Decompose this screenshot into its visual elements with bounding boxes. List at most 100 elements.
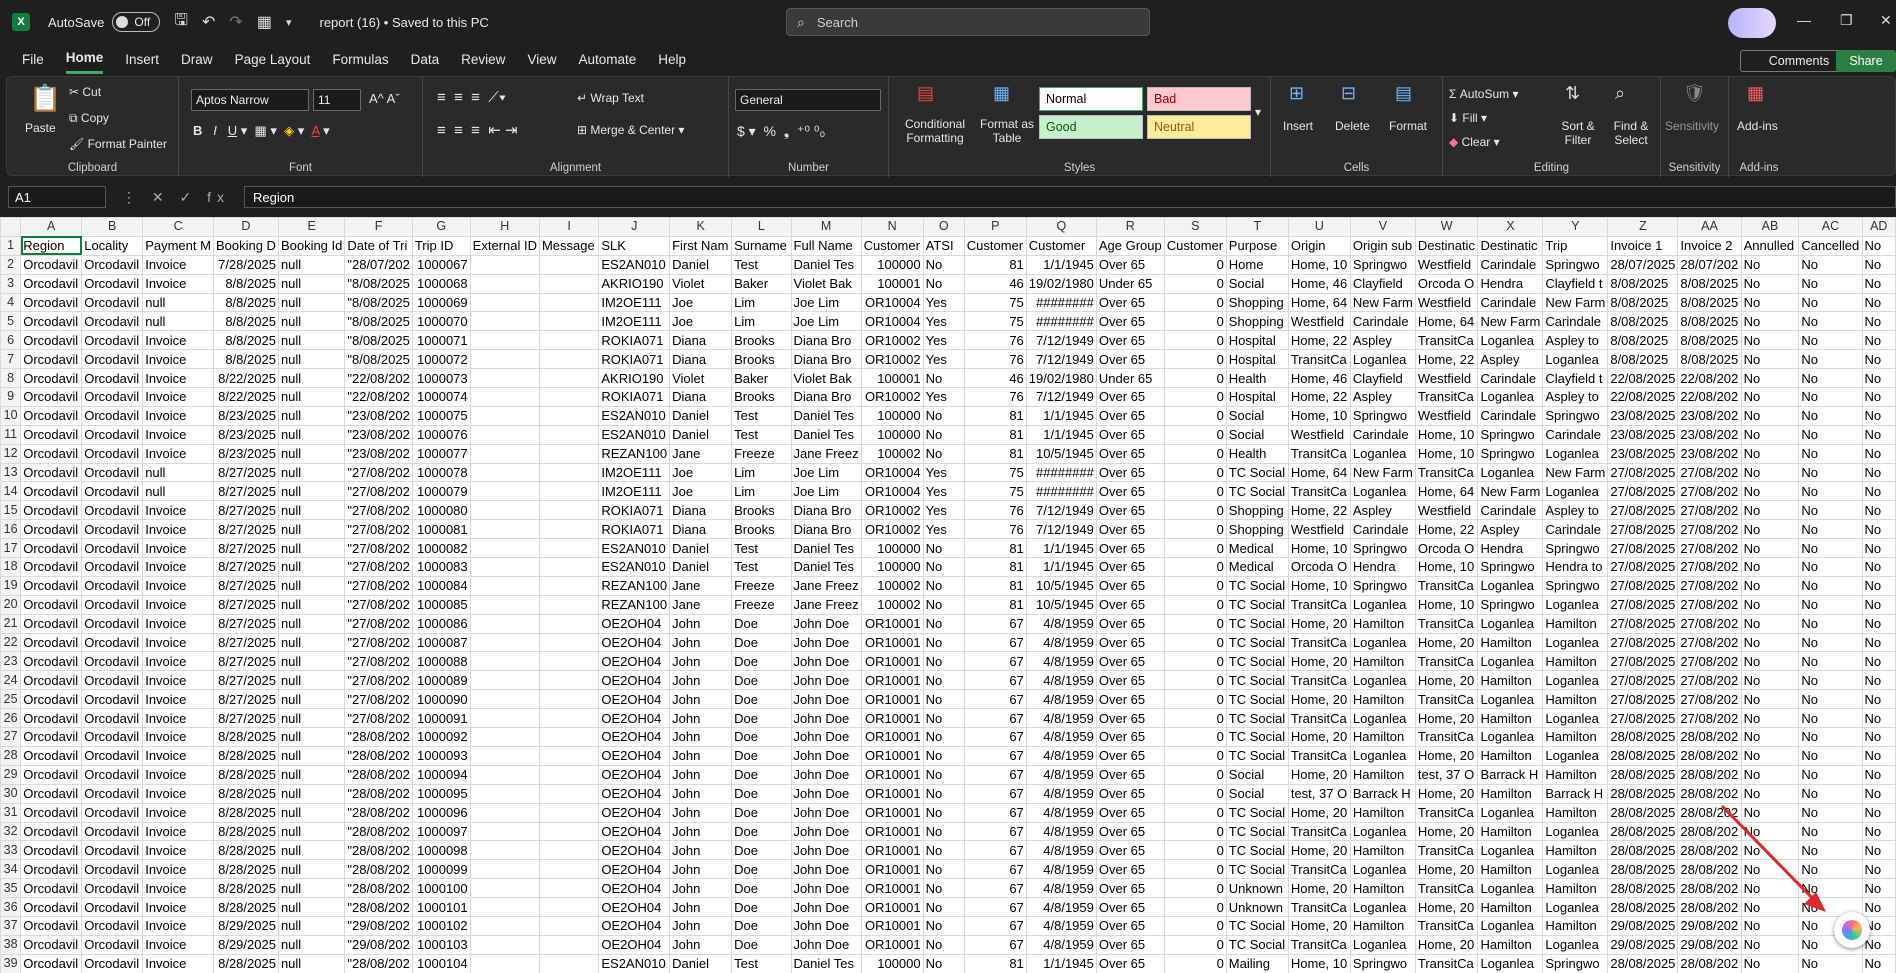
cell[interactable]: Violet Bak xyxy=(790,368,862,389)
cell[interactable] xyxy=(538,273,600,294)
cell[interactable]: Springwo xyxy=(1349,254,1416,275)
cell[interactable]: Loganlea xyxy=(1477,915,1544,936)
column-header-X[interactable]: X xyxy=(1477,217,1544,237)
cell[interactable]: 81 xyxy=(963,557,1027,577)
cell[interactable]: 8/27/2025 xyxy=(212,594,279,615)
cell[interactable]: 27/08/2025 xyxy=(1607,670,1679,691)
cell[interactable]: TransitCa xyxy=(1414,878,1479,899)
cell[interactable]: Over 65 xyxy=(1095,405,1165,426)
cell[interactable]: TC Social xyxy=(1225,934,1289,955)
cell[interactable]: "23/08/202 xyxy=(344,443,413,464)
cell[interactable]: Doe xyxy=(731,897,792,917)
cell[interactable]: 8/8/2025 xyxy=(212,349,279,370)
row-header[interactable]: 8 xyxy=(0,368,22,389)
cell[interactable]: 4/8/1959 xyxy=(1025,689,1097,710)
cell[interactable]: No xyxy=(1740,519,1800,540)
select-all-corner[interactable] xyxy=(0,217,22,237)
row-header[interactable]: 36 xyxy=(0,897,22,917)
cell[interactable] xyxy=(538,519,600,540)
row-header[interactable]: 38 xyxy=(0,934,22,955)
cell[interactable]: 100000 xyxy=(860,254,924,275)
cell[interactable]: Over 65 xyxy=(1095,708,1165,729)
cell[interactable]: Over 65 xyxy=(1095,538,1165,559)
cell[interactable]: 8/27/2025 xyxy=(212,651,279,672)
cell[interactable]: No xyxy=(1861,311,1896,332)
cell[interactable]: Loganlea xyxy=(1477,840,1544,861)
cell[interactable]: OR10001 xyxy=(860,840,924,861)
cell[interactable]: "27/08/202 xyxy=(344,708,413,729)
cell[interactable]: Social xyxy=(1225,405,1289,426)
cell[interactable]: John xyxy=(669,878,733,899)
delete-button[interactable]: Delete xyxy=(1335,119,1370,133)
cell[interactable]: null xyxy=(277,538,346,559)
cell[interactable]: ROKIA071 xyxy=(598,519,671,540)
cell[interactable]: Home, 20 xyxy=(1287,764,1351,785)
row-header[interactable]: 18 xyxy=(0,557,22,577)
cell[interactable] xyxy=(469,292,540,313)
row-header[interactable]: 24 xyxy=(0,670,22,691)
cell[interactable]: Brooks xyxy=(731,330,792,351)
cell[interactable]: 8/28/2025 xyxy=(212,727,279,747)
cell[interactable] xyxy=(538,424,600,445)
cell[interactable]: No xyxy=(1798,424,1863,445)
cell[interactable]: 4/8/1959 xyxy=(1025,651,1097,672)
cell[interactable] xyxy=(469,368,540,389)
cell[interactable]: Home, 64 xyxy=(1414,311,1479,332)
cell[interactable]: Orcodavil xyxy=(81,897,144,917)
cell[interactable]: No xyxy=(1798,859,1863,880)
cell[interactable]: No xyxy=(922,934,965,955)
cell[interactable]: TC Social xyxy=(1225,859,1289,880)
cell[interactable]: Invoice xyxy=(142,538,214,559)
cell[interactable]: No xyxy=(922,443,965,464)
search-input[interactable]: ⌕ Search xyxy=(786,8,1150,36)
cell[interactable]: Diana Bro xyxy=(790,349,862,370)
formula-input[interactable]: Region xyxy=(244,186,1896,208)
cell[interactable]: 29/08/202 xyxy=(1677,934,1742,955)
cell[interactable] xyxy=(469,859,540,880)
find-select-button[interactable]: Find & Select xyxy=(1605,119,1657,147)
cell[interactable]: Over 65 xyxy=(1095,821,1165,842)
cell[interactable]: Daniel xyxy=(669,557,733,577)
cell[interactable]: No xyxy=(1861,953,1896,973)
cell[interactable]: No xyxy=(1798,953,1863,973)
cell[interactable]: Doe xyxy=(731,689,792,710)
form-icon[interactable]: ▦ xyxy=(257,12,272,32)
cell[interactable]: null xyxy=(277,745,346,766)
cell[interactable]: null xyxy=(277,500,346,521)
sort-filter-button[interactable]: Sort & Filter xyxy=(1553,119,1603,147)
cell[interactable]: Booking Id xyxy=(277,235,346,256)
cell[interactable]: Diana Bro xyxy=(790,500,862,521)
cell[interactable]: No xyxy=(1798,500,1863,521)
cell[interactable]: Orcodavil xyxy=(81,783,144,804)
cell[interactable]: Social xyxy=(1225,764,1289,785)
cell[interactable]: 8/08/2025 xyxy=(1677,349,1742,370)
cell[interactable]: Over 65 xyxy=(1095,745,1165,766)
cell[interactable]: 28/08/202 xyxy=(1677,764,1742,785)
cell[interactable]: 28/08/202 xyxy=(1677,802,1742,823)
cell[interactable]: Loganlea xyxy=(1542,594,1609,615)
cell[interactable]: 4/8/1959 xyxy=(1025,859,1097,880)
cell[interactable]: Orcodavil xyxy=(20,745,83,766)
cell[interactable]: "27/08/202 xyxy=(344,538,413,559)
cell[interactable]: 8/22/2025 xyxy=(212,368,279,389)
cell[interactable]: Invoice xyxy=(142,802,214,823)
cell[interactable]: 1/1/1945 xyxy=(1025,557,1097,577)
cell[interactable]: OR10002 xyxy=(860,519,924,540)
cell[interactable]: 67 xyxy=(963,802,1027,823)
cell[interactable]: No xyxy=(1740,462,1800,483)
cell[interactable]: null xyxy=(277,632,346,653)
cell[interactable]: Invoice xyxy=(142,783,214,804)
cell[interactable]: Orcodavil xyxy=(81,311,144,332)
cell[interactable]: Freeze xyxy=(731,575,792,596)
cell[interactable]: null xyxy=(277,368,346,389)
cell[interactable]: 67 xyxy=(963,708,1027,729)
cell[interactable]: 100002 xyxy=(860,594,924,615)
fx-icon[interactable]: ⋮ ✕ ✓ fx xyxy=(122,189,230,206)
cell[interactable]: Hamilton xyxy=(1349,727,1416,747)
cell[interactable]: No xyxy=(1861,292,1896,313)
cell[interactable]: 22/08/202 xyxy=(1677,387,1742,407)
cell[interactable]: TransitCa xyxy=(1414,915,1479,936)
cell[interactable]: Orcodavil xyxy=(81,349,144,370)
cell[interactable]: Age Group xyxy=(1095,235,1165,256)
cell[interactable]: 1000091 xyxy=(411,708,471,729)
